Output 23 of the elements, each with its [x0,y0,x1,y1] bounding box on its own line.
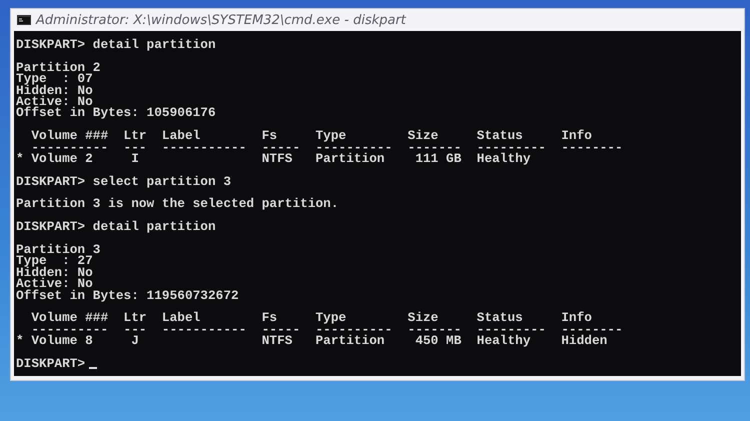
console-line: Type : 07 [16,73,93,85]
console-line: Partition 2 [16,62,100,74]
console-icon [17,15,31,25]
console-line: ---------- --- ----------- ----- ---------- ------- --------- -------- [30,142,623,153]
command-prompt: DISKPART> [16,358,86,370]
window-title: Administrator: X:\windows\SYSTEM32\cmd.exe - diskpart [36,12,406,28]
console-line: DISKPART> detail partition [16,221,216,233]
console-line: DISKPART> detail partition [16,39,216,50]
console-line: * Volume 8 J NTFS Partition 450 MB Healthy Hidden [16,335,608,347]
console-line: * Volume 2 I NTFS Partition 111 GB Healthy [16,152,531,164]
console-line: Partition 3 [16,244,100,256]
console-line: Volume ### Ltr Label Fs Type Size Status Info [30,130,592,142]
console-line: Partition 3 is now the selected partition. [16,198,339,210]
console-line: Hidden: No [16,266,93,278]
console-line: Volume ### Ltr Label Fs Type Size Status Info [30,312,592,324]
console-line: Offset in Bytes: 105906176 [16,107,216,119]
console-line: Active: No [16,96,93,108]
console-line: ---------- --- ----------- ----- ---------- ------- --------- -------- [30,324,623,336]
console-line: Active: No [16,278,93,290]
console-line: Offset in Bytes: 119560732672 [16,290,239,301]
console-line: DISKPART> select partition 3 [16,176,232,188]
console-line: Type : 27 [16,255,93,267]
console-line: Hidden: No [16,84,93,96]
